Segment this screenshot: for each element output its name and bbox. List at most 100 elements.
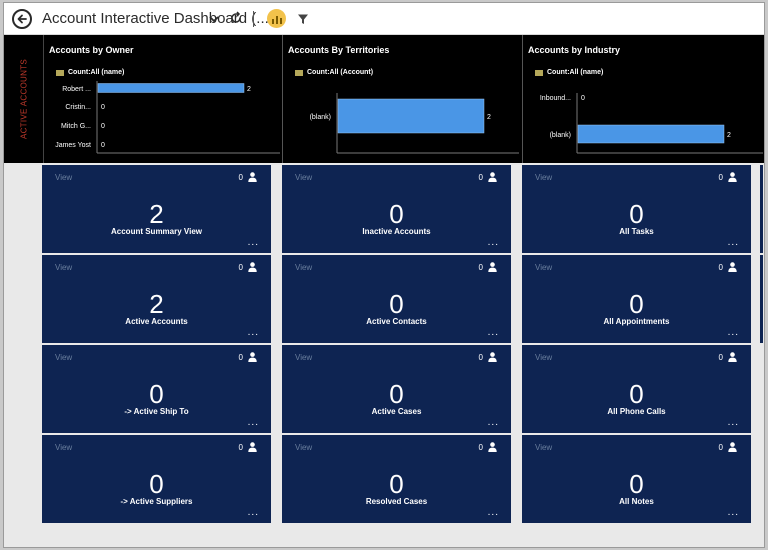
chart-bar [337, 98, 485, 134]
tile-count: 0 [718, 353, 723, 362]
chart-svg: (blank) 2 [310, 93, 519, 154]
data-label: 0 [581, 95, 585, 102]
dashboard-window: Account Interactive Dashboard (... ACTIV… [3, 2, 765, 548]
tile-count: 0 [238, 173, 243, 182]
tile-big-number: 0 [389, 379, 404, 409]
tile-big-number: 0 [149, 469, 164, 499]
category-label: Robert ... [62, 86, 91, 93]
tile-count: 0 [718, 263, 723, 272]
tile-stream[interactable]: View 0 0 Inactive Accounts... [282, 165, 511, 253]
chart-strip: ACTIVE ACCOUNTS Accounts by Owner Count:… [4, 35, 764, 163]
tile-stream[interactable]: View 0 0 All Tasks... [522, 165, 751, 253]
more-options-icon[interactable]: ... [248, 237, 259, 248]
tile-count: 0 [238, 443, 243, 452]
tile-view-label[interactable]: View [535, 173, 552, 182]
tile-count: 0 [238, 263, 243, 272]
tile-count: 0 [478, 353, 483, 362]
tile-view-label[interactable]: View [295, 443, 312, 452]
tile-count: 0 [238, 353, 243, 362]
tile-name[interactable]: Active Cases [282, 407, 511, 416]
more-options-icon[interactable]: ... [728, 327, 739, 338]
tile-name[interactable]: -> Active Suppliers [42, 497, 271, 506]
tile-stream[interactable]: View 0 0 All Appointments... [522, 255, 751, 343]
more-options-icon[interactable]: ... [728, 507, 739, 518]
tile-edge [760, 255, 763, 343]
more-options-icon[interactable]: ... [248, 417, 259, 428]
data-label: 2 [727, 132, 731, 139]
tile-stream[interactable]: View 0 2 Active Accounts... [42, 255, 271, 343]
tile-count: 0 [478, 263, 483, 272]
tile-name[interactable]: -> Active Ship To [42, 407, 271, 416]
tile-count: 0 [478, 443, 483, 452]
tile-big-number: 2 [149, 289, 164, 319]
tile-view-label[interactable]: View [295, 173, 312, 182]
tile-name[interactable]: All Tasks [522, 227, 751, 236]
category-label: Cristin... [65, 104, 91, 111]
tile-view-label[interactable]: View [55, 263, 72, 272]
tile-stream[interactable]: View 0 0 All Phone Calls... [522, 345, 751, 433]
more-options-icon[interactable]: ... [488, 237, 499, 248]
person-icon [248, 262, 257, 272]
person-icon [728, 262, 737, 272]
tile-stream[interactable]: View 0 0 -> Active Ship To... [42, 345, 271, 433]
more-options-icon[interactable]: ... [728, 237, 739, 248]
tile-name[interactable]: All Notes [522, 497, 751, 506]
tile-name[interactable]: All Appointments [522, 317, 751, 326]
tile-big-number: 0 [629, 199, 644, 229]
tile-name[interactable]: Resolved Cases [282, 497, 511, 506]
chevron-down-icon[interactable] [208, 13, 220, 25]
tile-view-label[interactable]: View [295, 353, 312, 362]
person-icon [728, 442, 737, 452]
more-options-icon[interactable]: ... [248, 327, 259, 338]
tile-stream[interactable]: View 0 0 All Notes... [522, 435, 751, 523]
refresh-icon[interactable] [229, 11, 243, 25]
tile-name[interactable]: Active Contacts [282, 317, 511, 326]
tile-name[interactable]: Active Accounts [42, 317, 271, 326]
chart-accounts-by-industry[interactable]: Accounts by Industry Count:All (name) In… [523, 35, 764, 163]
tile-name[interactable]: Account Summary View [42, 227, 271, 236]
person-icon [488, 262, 497, 272]
data-label: 0 [101, 142, 105, 149]
tile-big-number: 0 [149, 379, 164, 409]
tile-view-label[interactable]: View [535, 443, 552, 452]
tile-view-label[interactable]: View [295, 263, 312, 272]
back-arrow-icon[interactable] [12, 9, 32, 29]
tile-stream[interactable]: View 0 0 Active Cases... [282, 345, 511, 433]
filter-icon[interactable] [297, 13, 309, 25]
chart-bar [97, 83, 245, 93]
tile-view-label[interactable]: View [55, 173, 72, 182]
tile-name[interactable]: All Phone Calls [522, 407, 751, 416]
chart-accounts-by-territories[interactable]: Accounts By Territories Count:All (Accou… [283, 35, 522, 163]
tile-view-label[interactable]: View [55, 353, 72, 362]
more-options-icon[interactable]: ... [488, 327, 499, 338]
person-icon [728, 352, 737, 362]
tile-view-label[interactable]: View [55, 443, 72, 452]
tile-big-number: 0 [629, 379, 644, 409]
category-label: Inbound... [540, 95, 571, 102]
person-icon [248, 442, 257, 452]
person-icon [248, 352, 257, 362]
more-options-icon[interactable]: ... [488, 507, 499, 518]
more-options-icon[interactable]: ... [248, 507, 259, 518]
tile-big-number: 0 [389, 199, 404, 229]
category-label: James Yost [55, 142, 91, 149]
tile-count: 0 [478, 173, 483, 182]
chart-accounts-by-owner[interactable]: Accounts by Owner Count:All (name) Rober… [44, 35, 282, 163]
tile-stream[interactable]: View 0 2 Account Summary View... [42, 165, 271, 253]
stream-side-label: ACTIVE ACCOUNTS [4, 35, 44, 163]
data-label: 2 [487, 114, 491, 121]
tile-big-number: 0 [629, 469, 644, 499]
tile-view-label[interactable]: View [535, 263, 552, 272]
tile-stream[interactable]: View 0 0 Active Contacts... [282, 255, 511, 343]
tile-name[interactable]: Inactive Accounts [282, 227, 511, 236]
more-options-icon[interactable]: ... [488, 417, 499, 428]
command-bar: Account Interactive Dashboard (... [4, 3, 764, 35]
tile-count: 0 [718, 443, 723, 452]
chart-icon[interactable] [267, 9, 286, 28]
tile-stream[interactable]: View 0 0 Resolved Cases... [282, 435, 511, 523]
more-options-icon[interactable]: ... [728, 417, 739, 428]
tile-view-label[interactable]: View [535, 353, 552, 362]
tile-stream[interactable]: View 0 0 -> Active Suppliers... [42, 435, 271, 523]
category-label: (blank) [550, 132, 571, 139]
person-icon [488, 352, 497, 362]
